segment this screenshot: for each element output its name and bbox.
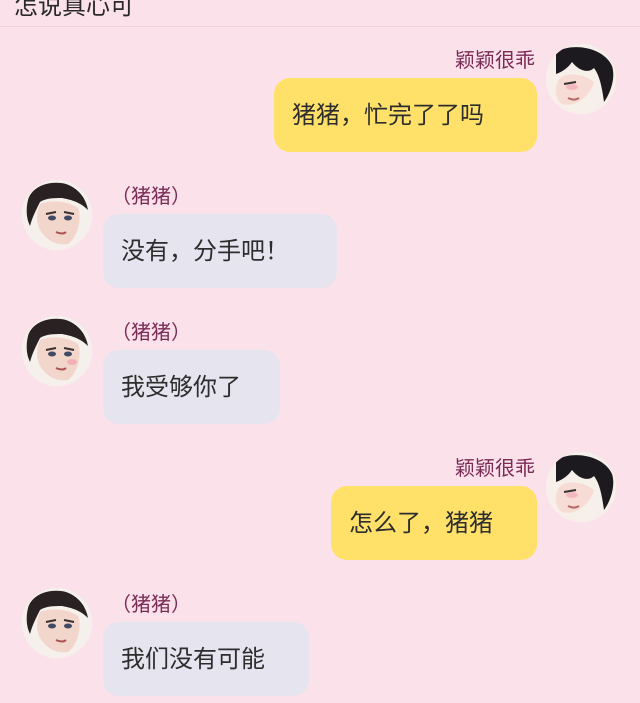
message-row: 颖颖很乖 怎么了，猪猪	[0, 452, 640, 564]
message-bubble[interactable]: 猪猪，忙完了了吗	[274, 78, 537, 152]
header-partial-text: 怎说真心可	[14, 0, 134, 20]
divider	[0, 26, 640, 27]
message-text: 我受够你了	[121, 373, 241, 401]
message-row: （猪猪） 我们没有可能	[0, 588, 640, 700]
female-avatar-icon[interactable]	[546, 44, 616, 114]
sender-name: 颖颖很乖	[455, 456, 535, 480]
message-bubble[interactable]: 没有，分手吧！	[103, 214, 337, 288]
message-text: 猪猪，忙完了了吗	[292, 101, 484, 129]
message-bubble[interactable]: 怎么了，猪猪	[331, 486, 537, 560]
message-row: （猪猪） 我受够你了	[0, 316, 640, 428]
sender-name: （猪猪）	[111, 320, 191, 344]
male-avatar-icon[interactable]	[22, 588, 92, 658]
sender-name: （猪猪）	[111, 592, 191, 616]
male-avatar-icon[interactable]	[22, 180, 92, 250]
message-text: 没有，分手吧！	[121, 237, 289, 265]
message-row: 颖颖很乖 猪猪，忙完了了吗	[0, 44, 640, 156]
message-bubble[interactable]: 我们没有可能	[103, 622, 309, 696]
sender-name: 颖颖很乖	[455, 48, 535, 72]
message-row: （猪猪） 没有，分手吧！	[0, 180, 640, 292]
male-avatar-icon[interactable]	[22, 316, 92, 386]
message-text: 我们没有可能	[121, 645, 265, 673]
sender-name: （猪猪）	[111, 184, 191, 208]
message-bubble[interactable]: 我受够你了	[103, 350, 280, 424]
message-text: 怎么了，猪猪	[349, 509, 493, 537]
female-avatar-icon[interactable]	[546, 452, 616, 522]
